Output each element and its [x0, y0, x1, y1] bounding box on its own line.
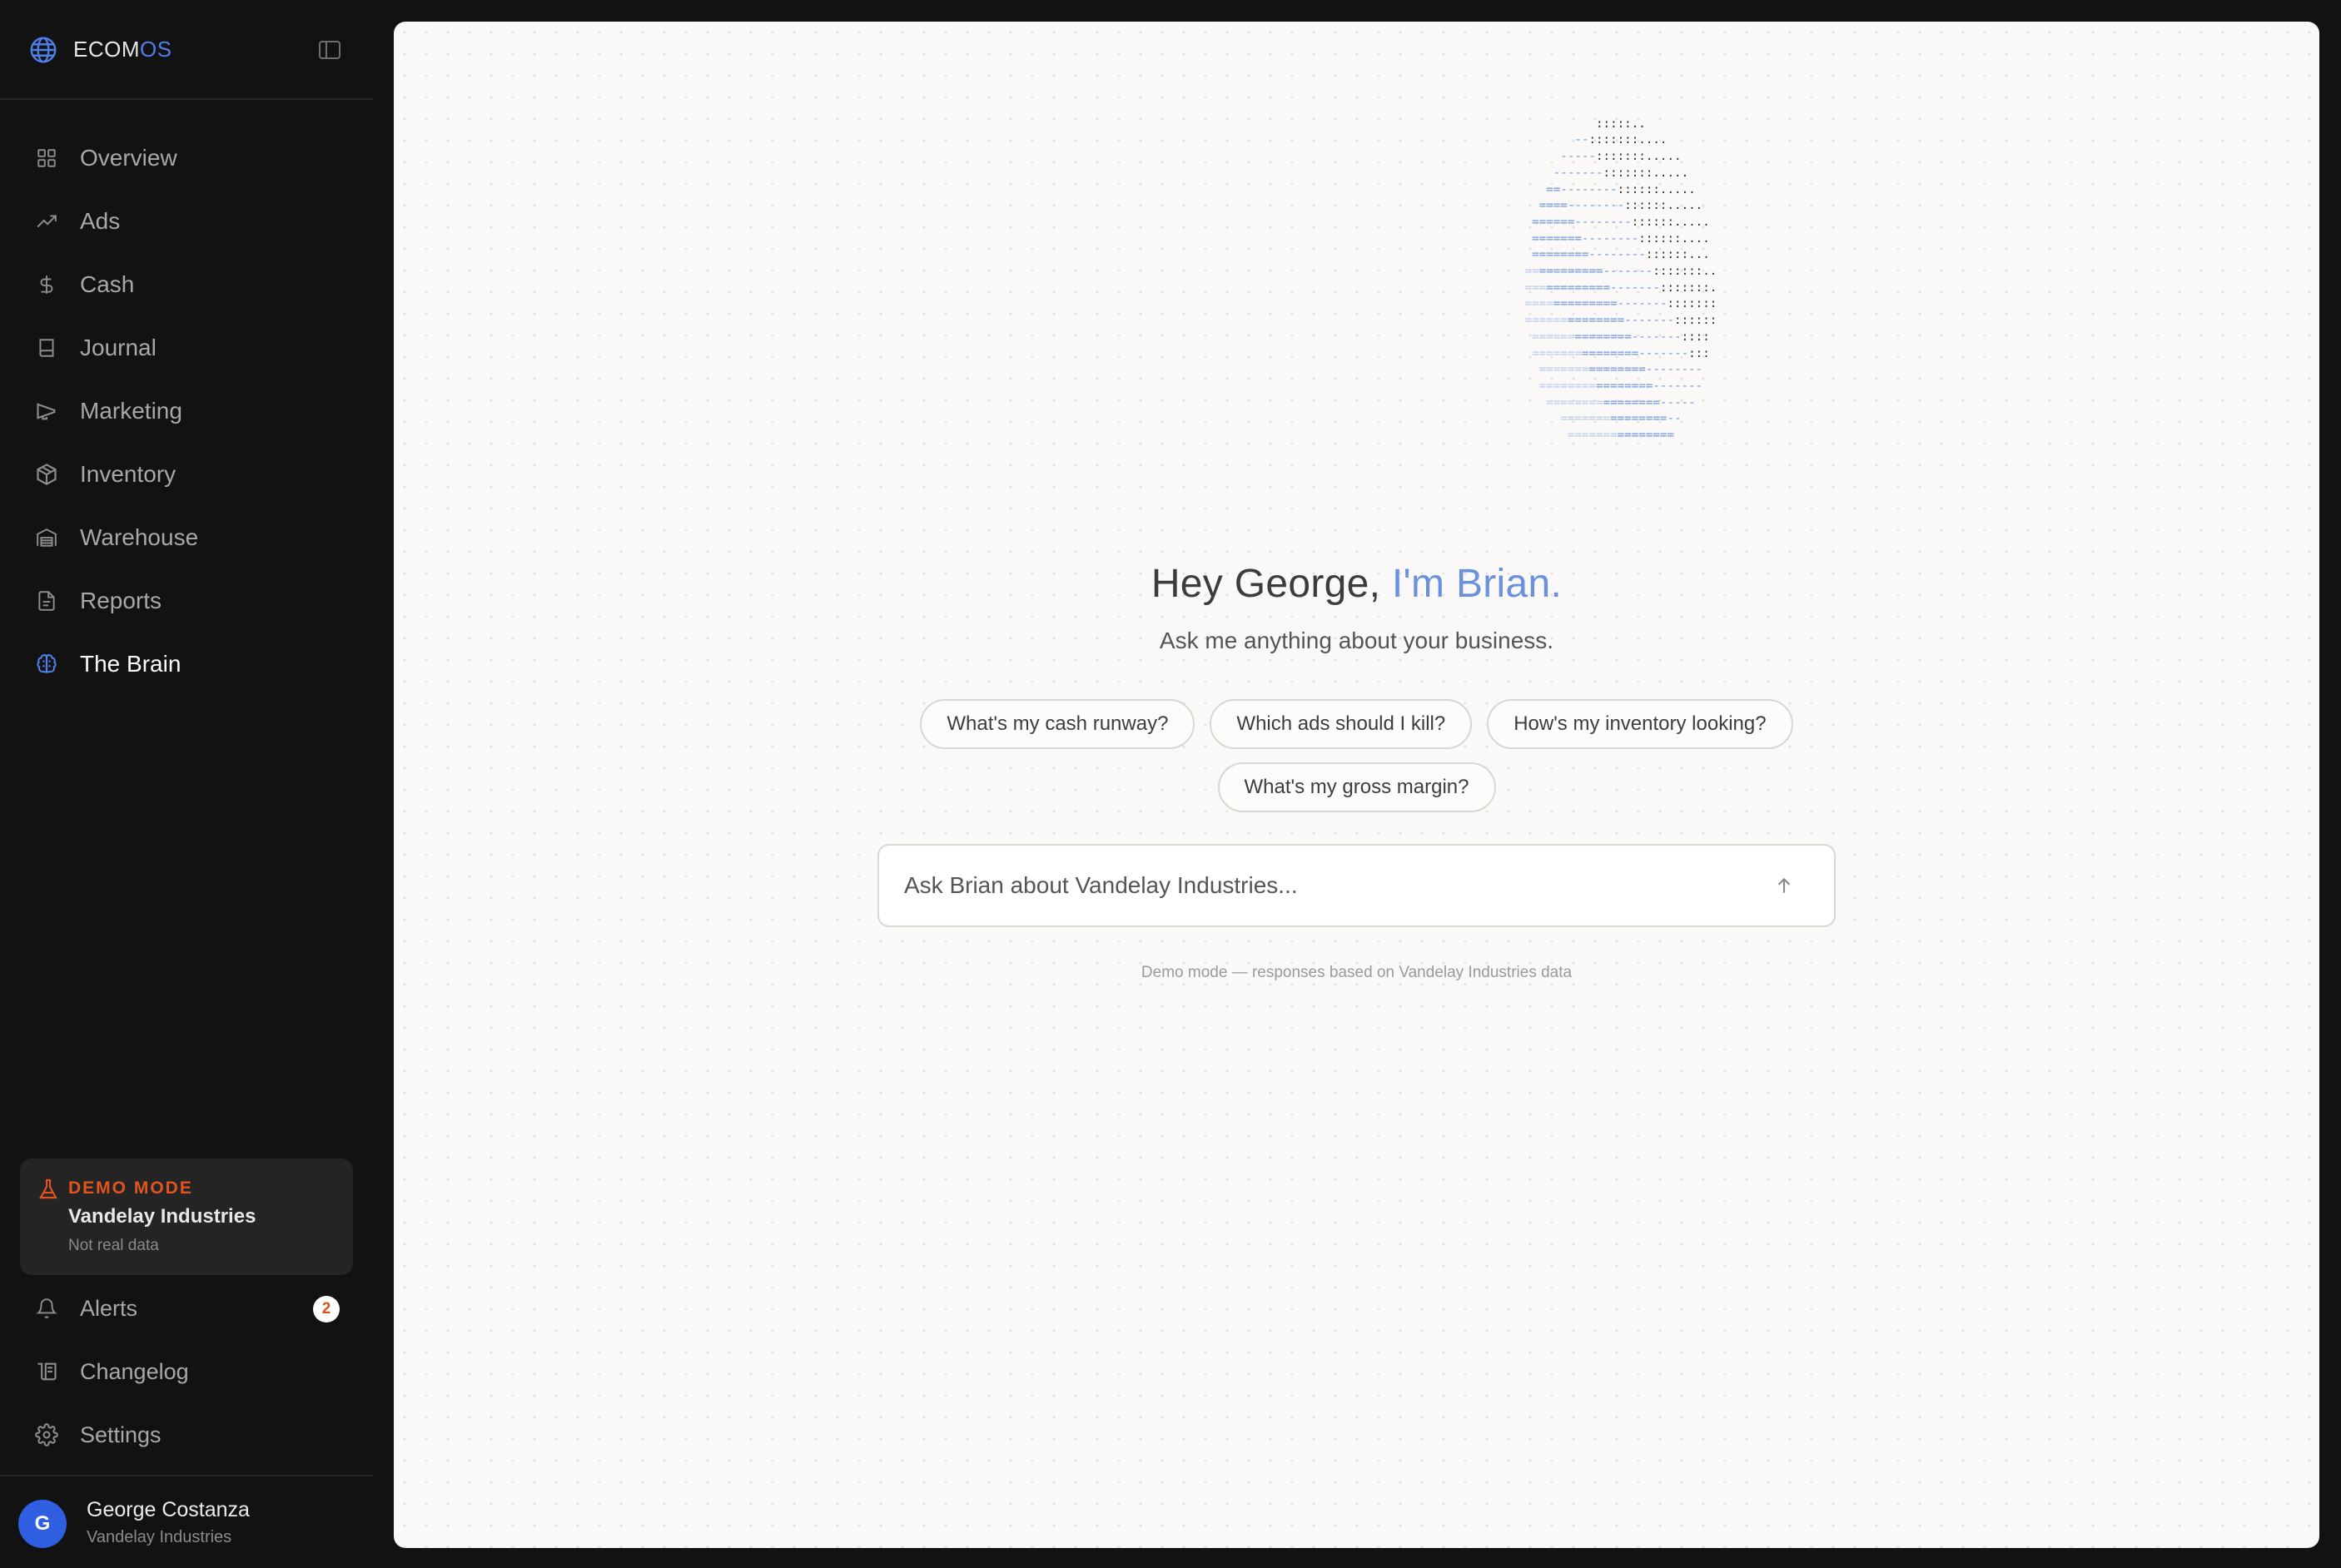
sidebar-item-label: Changelog: [80, 1358, 189, 1384]
globe-icon: [30, 37, 57, 63]
sidebar-item-journal[interactable]: Journal: [0, 316, 373, 380]
sidebar-item-settings[interactable]: Settings: [0, 1403, 373, 1466]
send-button[interactable]: [1771, 872, 1797, 899]
sidebar-item-label: Warehouse: [80, 524, 199, 550]
alerts-count-badge: 2: [313, 1296, 340, 1322]
brain-icon: [33, 651, 60, 677]
sidebar-item-label: Reports: [80, 588, 162, 613]
trending-up-icon: [33, 208, 60, 235]
warehouse-icon: [33, 524, 60, 551]
sidebar-item-label: Settings: [80, 1422, 162, 1447]
suggestion-chip-cash-runway[interactable]: What's my cash runway?: [920, 699, 1195, 749]
ascii-orb-illustration: :::::.. --:::::::.... -----:::::::..... …: [1524, 117, 1717, 443]
bell-icon: [33, 1295, 60, 1322]
sidebar-item-inventory[interactable]: Inventory: [0, 443, 373, 506]
brand-name-accent: OS: [140, 37, 172, 62]
changelog-icon: [33, 1358, 60, 1385]
sidebar-item-label: Inventory: [80, 461, 176, 487]
demo-company-name: Vandelay Industries: [68, 1205, 256, 1228]
user-profile[interactable]: G George Costanza Vandelay Industries: [0, 1475, 373, 1568]
greeting-heading: Hey George, I'm Brian.: [394, 561, 2319, 607]
megaphone-icon: [33, 398, 60, 424]
brain-chat-panel: :::::.. --:::::::.... -----:::::::..... …: [394, 22, 2319, 1548]
greeting-subtitle: Ask me anything about your business.: [1159, 628, 1554, 653]
sidebar-item-label: Journal: [80, 335, 157, 360]
flask-icon: [39, 1178, 57, 1199]
box-icon: [33, 461, 60, 488]
sidebar-item-cash[interactable]: Cash: [0, 253, 373, 316]
sidebar-item-label: Alerts: [80, 1295, 138, 1321]
sidebar-item-the-brain[interactable]: The Brain: [0, 633, 373, 696]
sidebar-item-label: Ads: [80, 208, 121, 234]
sidebar-item-ads[interactable]: Ads: [0, 190, 373, 253]
sidebar-item-changelog[interactable]: Changelog: [0, 1340, 373, 1403]
chat-input[interactable]: [904, 846, 1737, 925]
brand-name-main: ECOM: [73, 37, 140, 62]
chat-input-box: [877, 844, 1836, 927]
sidebar-item-alerts[interactable]: Alerts 2: [0, 1277, 373, 1340]
greeting-assistant-name: I'm Brian.: [1391, 562, 1563, 606]
suggestion-chip-ads[interactable]: Which ads should I kill?: [1210, 699, 1473, 749]
suggestion-chips: What's my cash runway? Which ads should …: [394, 699, 2319, 812]
demo-footnote: Demo mode — responses based on Vandelay …: [1141, 964, 1573, 981]
dollar-icon: [33, 271, 60, 298]
grid-icon: [33, 145, 60, 171]
greeting-prefix: Hey George,: [1151, 562, 1392, 606]
suggestion-chip-gross-margin[interactable]: What's my gross margin?: [1217, 762, 1496, 812]
gear-icon: [33, 1422, 60, 1448]
demo-mode-card: DEMO MODE Vandelay Industries Not real d…: [20, 1159, 353, 1275]
sidebar-item-label: Cash: [80, 271, 135, 297]
sidebar-item-label: Overview: [80, 145, 177, 171]
sidebar-panel-icon: [319, 41, 340, 59]
avatar[interactable]: G: [18, 1500, 67, 1548]
sidebar-item-label: The Brain: [80, 651, 181, 677]
book-icon: [33, 335, 60, 361]
brand-logo-text[interactable]: ECOMOS: [73, 37, 172, 62]
suggestion-chip-inventory[interactable]: How's my inventory looking?: [1487, 699, 1793, 749]
sidebar-item-overview[interactable]: Overview: [0, 127, 373, 190]
demo-mode-title: DEMO MODE: [68, 1178, 193, 1198]
sidebar-item-warehouse[interactable]: Warehouse: [0, 506, 373, 569]
app-window: ECOMOS Overview Ads Cash Journal Marketi…: [0, 0, 2341, 1568]
user-name: George Costanza: [87, 1498, 250, 1521]
user-company: Vandelay Industries: [87, 1528, 232, 1546]
sidebar: ECOMOS Overview Ads Cash Journal Marketi…: [0, 0, 373, 1568]
sidebar-item-marketing[interactable]: Marketing: [0, 380, 373, 443]
sidebar-item-reports[interactable]: Reports: [0, 569, 373, 633]
arrow-up-icon: [1777, 877, 1791, 893]
brand-header: ECOMOS: [0, 0, 373, 100]
file-icon: [33, 588, 60, 614]
main-nav: Overview Ads Cash Journal Marketing Inve…: [0, 127, 373, 696]
sidebar-item-label: Marketing: [80, 398, 182, 424]
sidebar-toggle-button[interactable]: [316, 37, 343, 63]
bottom-nav: Alerts 2 Changelog Settings: [0, 1277, 373, 1466]
demo-subtitle: Not real data: [68, 1237, 159, 1254]
